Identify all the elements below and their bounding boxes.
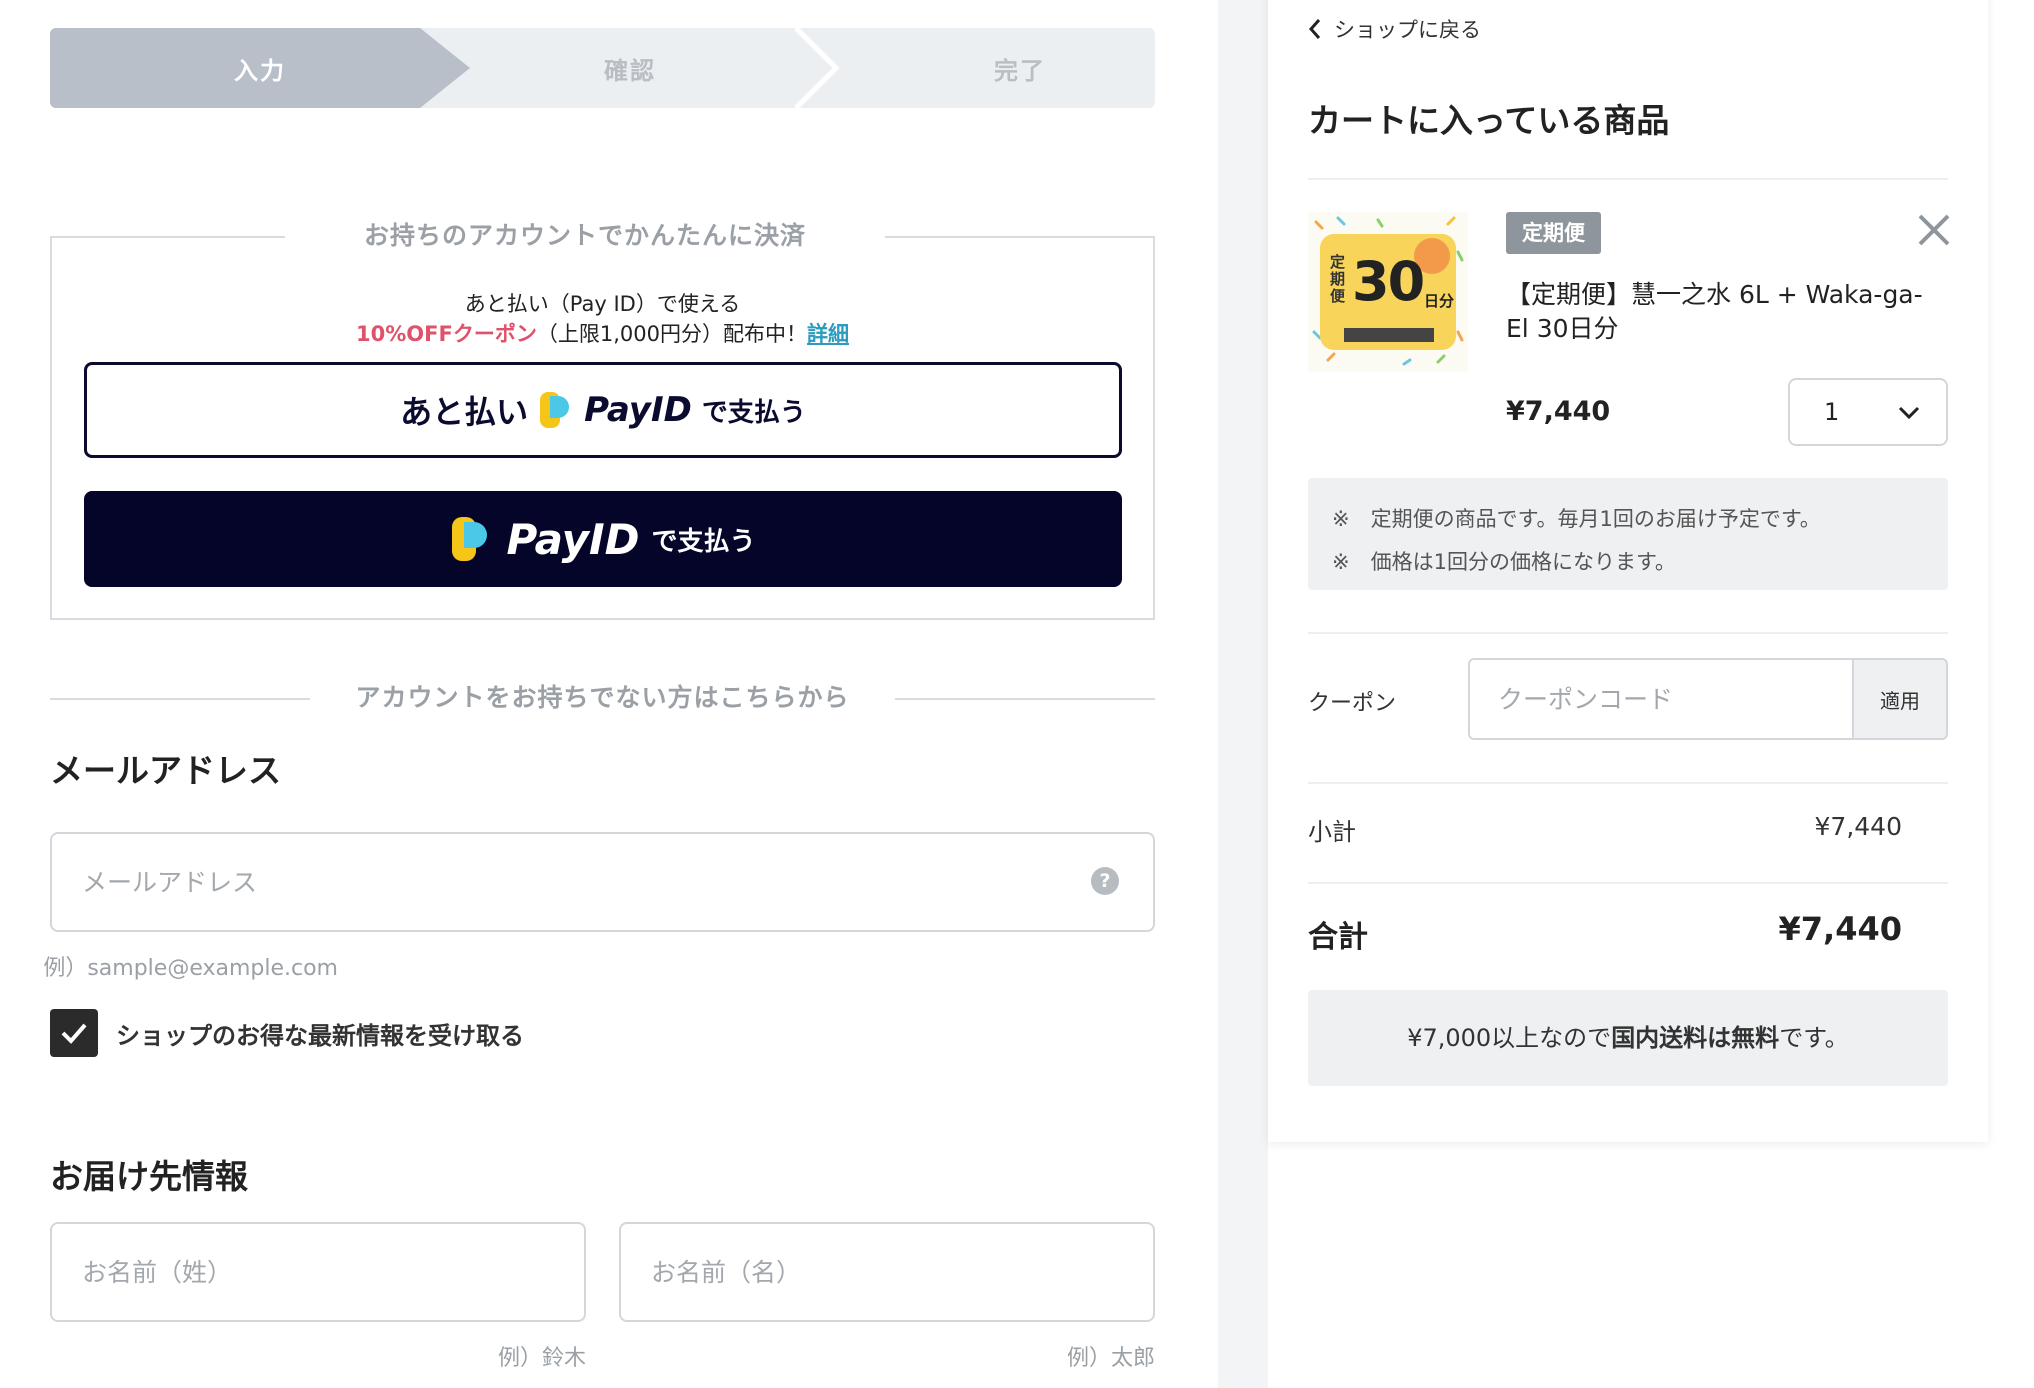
email-section-title: メールアドレス — [50, 751, 281, 790]
newsletter-checkbox[interactable] — [50, 1009, 98, 1057]
note-line: ※ 定期便の商品です。毎月1回のお届け予定です。 — [1332, 507, 1821, 531]
quantity-select[interactable]: 1 — [1788, 378, 1948, 446]
remove-item-close-icon[interactable] — [1912, 208, 1956, 252]
cart-column: ショップに戻る カートに入っている商品 定期便 30 日分 定期便 【定期便】慧… — [1268, 0, 2034, 1388]
checkout-form-column: 確認 完了 入力 お持ちのアカウントでかんたんに決済 あと払い（Pay ID）で… — [0, 0, 1218, 1388]
divider — [1308, 882, 1948, 884]
shipping-pre: ¥7,000以上なので — [1407, 1024, 1612, 1052]
payid-logo-icon — [540, 392, 570, 428]
first-name-example: 例）太郎 — [1066, 1346, 1155, 1371]
email-field-wrapper: ? — [50, 832, 1155, 932]
shipping-post: です。 — [1779, 1024, 1849, 1052]
help-icon[interactable]: ? — [1091, 867, 1119, 895]
last-name-field-wrapper — [50, 1222, 586, 1322]
check-icon — [61, 1023, 87, 1044]
payid-pay-button[interactable]: PayID で支払う — [84, 491, 1122, 587]
first-name-input[interactable] — [621, 1224, 1153, 1320]
chevron-down-icon — [1898, 406, 1920, 420]
product-name: 【定期便】慧一之水 6L + Waka-ga-El 30日分 — [1506, 280, 1923, 343]
newsletter-label: ショップのお得な最新情報を受け取る — [116, 1022, 524, 1050]
total-label: 合計 — [1308, 920, 1368, 955]
promo-rest-text: （上限1,000円分）配布中！ — [536, 322, 807, 346]
cart-title: カートに入っている商品 — [1308, 101, 1670, 140]
coupon-apply-button[interactable]: 適用 — [1852, 658, 1948, 740]
cart-card: ショップに戻る カートに入っている商品 定期便 30 日分 定期便 【定期便】慧… — [1268, 0, 1988, 1142]
coupon-input[interactable] — [1470, 660, 1854, 738]
pay-later-brand: PayID — [584, 390, 692, 430]
thumbnail-big-number: 30 — [1352, 250, 1425, 313]
product-thumbnail: 定期便 30 日分 — [1308, 212, 1468, 372]
product-price: ¥7,440 — [1506, 396, 1611, 427]
shipping-bold: 国内送料は無料 — [1611, 1024, 1780, 1052]
pay-now-suffix: で支払う — [651, 526, 756, 557]
back-to-shop-link[interactable]: ショップに戻る — [1308, 14, 1481, 44]
column-gap — [1218, 0, 1268, 1388]
pay-later-payid-button[interactable]: あと払い PayID で支払う — [84, 362, 1122, 458]
email-input[interactable] — [52, 834, 1153, 930]
quantity-value: 1 — [1824, 398, 1840, 426]
subscription-badge: 定期便 — [1506, 212, 1601, 254]
thumbnail-side-text: 定期便 — [1330, 253, 1346, 305]
step-separator-icon — [794, 28, 840, 108]
divider — [1308, 178, 1948, 180]
payid-logo-icon — [452, 517, 488, 561]
back-to-shop-label: ショップに戻る — [1334, 18, 1481, 42]
pay-later-prefix: あと払い — [400, 393, 529, 431]
thumbnail-unit: 日分 — [1424, 292, 1455, 310]
divider — [1308, 782, 1948, 784]
subtotal-value: ¥7,440 — [1814, 812, 1902, 841]
note-line: ※ 価格は1回分の価格になります。 — [1332, 550, 1676, 574]
last-name-input[interactable] — [52, 1224, 584, 1320]
promo-line-2: 10%OFFクーポン（上限1,000円分）配布中！詳細 — [50, 318, 1155, 348]
step-input: 入力 — [50, 28, 470, 108]
email-example: 例）sample@example.com — [43, 956, 338, 981]
pay-later-suffix: で支払う — [701, 397, 806, 428]
delivery-section-title: お届け先情報 — [50, 1157, 248, 1196]
promo-coupon-text: 10%OFFクーポン — [356, 322, 537, 346]
subtotal-label: 小計 — [1308, 818, 1356, 846]
guest-divider-text: アカウントをお持ちでない方はこちらから — [310, 678, 895, 718]
last-name-example: 例）鈴木 — [497, 1346, 586, 1371]
promo-line-1: あと払い（Pay ID）で使える — [464, 292, 741, 316]
step-confirm: 確認 — [604, 56, 656, 85]
promo-details-link[interactable]: 詳細 — [807, 322, 849, 346]
subscription-note: ※ 定期便の商品です。毎月1回のお届け予定です。 ※ 価格は1回分の価格になりま… — [1308, 478, 1948, 590]
total-value: ¥7,440 — [1778, 910, 1902, 948]
checkout-steps: 確認 完了 入力 — [50, 28, 1155, 108]
divider — [1308, 632, 1948, 634]
coupon-label: クーポン — [1308, 691, 1397, 716]
free-shipping-notice: ¥7,000以上なので国内送料は無料です。 — [1308, 990, 1948, 1086]
pay-now-brand: PayID — [506, 514, 640, 564]
step-complete: 完了 — [994, 56, 1046, 85]
coupon-field-wrapper — [1468, 658, 1854, 740]
first-name-field-wrapper — [619, 1222, 1155, 1322]
account-payment-legend: お持ちのアカウントでかんたんに決済 — [285, 216, 885, 256]
chevron-left-icon — [1308, 19, 1321, 39]
